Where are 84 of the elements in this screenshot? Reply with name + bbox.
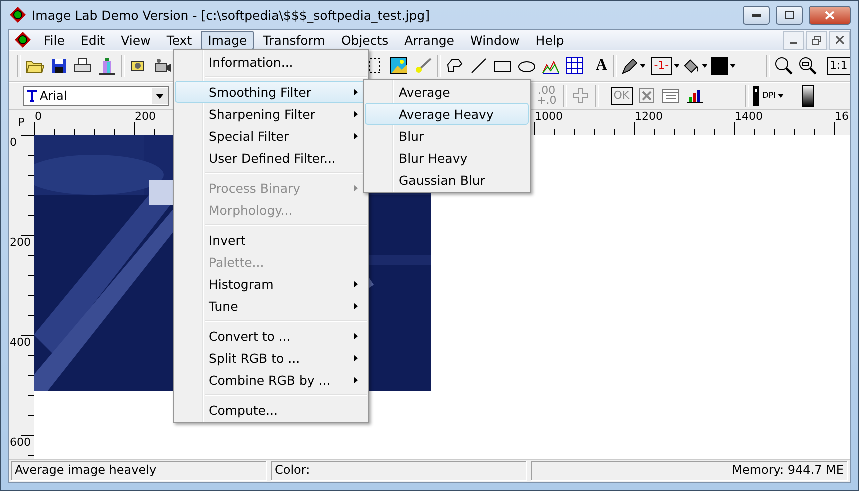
ruler-label: 1000 — [535, 111, 563, 123]
minimize-icon[interactable] — [752, 14, 761, 16]
ruler-icon[interactable] — [752, 86, 759, 106]
menu-option[interactable]: Blur Heavy — [365, 147, 529, 169]
menu-option[interactable]: Blur — [365, 125, 529, 147]
ruler-label: 1200 — [635, 111, 663, 123]
minimize-button[interactable] — [783, 30, 804, 50]
menu-option[interactable]: Histogram — [175, 273, 367, 295]
status-pane: Average image heavely — [11, 461, 267, 481]
ruler-label: 0 — [10, 137, 17, 149]
zoom-out-icon[interactable] — [798, 57, 817, 75]
printer-icon[interactable] — [74, 57, 92, 75]
menu-option[interactable]: Information... — [175, 51, 367, 73]
menu-option[interactable]: Average Heavy — [365, 103, 529, 125]
caret-icon[interactable] — [702, 64, 708, 68]
lasso-icon[interactable] — [446, 57, 464, 75]
menu-option[interactable]: Special Filter — [175, 125, 367, 147]
menu-option[interactable]: Sharpening Filter — [175, 103, 367, 125]
menu-option[interactable]: Gaussian Blur — [365, 169, 529, 191]
menu-item[interactable]: File — [37, 30, 72, 50]
ruler-label: 600 — [10, 437, 31, 449]
text-tool[interactable]: A — [596, 57, 608, 75]
selection-icon[interactable] — [368, 57, 382, 75]
menu-item[interactable]: Help — [528, 30, 572, 50]
restore-icon[interactable] — [812, 36, 821, 44]
menu-item[interactable]: Edit — [74, 30, 112, 50]
menu-item[interactable]: Window — [464, 30, 527, 50]
minimize-button[interactable] — [743, 6, 770, 24]
caret-icon[interactable] — [730, 64, 736, 68]
menu-option[interactable]: Tune — [175, 295, 367, 317]
line-width-tool[interactable]: -1- — [651, 57, 672, 75]
mesh-icon[interactable] — [566, 57, 584, 75]
menu-item[interactable]: Text — [160, 30, 200, 50]
ruler-label: 200 — [135, 111, 156, 123]
menu-item[interactable]: Arrange — [398, 30, 462, 50]
menu-option[interactable]: User Defined Filter... — [175, 147, 367, 169]
ruler-label: 1400 — [735, 111, 763, 123]
maximize-button[interactable] — [776, 6, 803, 24]
document-icon[interactable] — [15, 32, 31, 48]
menu-option[interactable]: Combine RGB by ... — [175, 369, 367, 391]
bar-chart-icon[interactable] — [686, 87, 704, 105]
caret-icon[interactable] — [674, 64, 679, 68]
ruler-label: 16 — [835, 111, 849, 123]
save-icon[interactable] — [50, 57, 68, 75]
menu-option[interactable]: Convert to ... — [175, 325, 367, 347]
close-button[interactable] — [829, 30, 850, 50]
line-icon[interactable] — [470, 57, 488, 75]
menu-option[interactable]: Invert — [175, 229, 367, 251]
status-pane: Color: — [271, 461, 527, 481]
ruler-label: 0 — [35, 111, 42, 123]
menu-option[interactable]: Average — [365, 81, 529, 103]
zoom-in-icon[interactable] — [774, 57, 793, 75]
scanner-icon[interactable] — [98, 57, 116, 75]
gradient-icon[interactable] — [802, 85, 814, 107]
app-icon — [10, 7, 26, 23]
close-button[interactable] — [809, 6, 851, 24]
cancel-icon[interactable] — [638, 87, 656, 105]
close-icon[interactable] — [836, 36, 844, 44]
font-icon — [26, 90, 38, 102]
dpi-tool[interactable]: DPI — [762, 91, 776, 101]
status-pane: Memory: 944.7 ME — [531, 461, 848, 481]
menu-item[interactable]: Objects — [334, 30, 396, 50]
actual-size-tool[interactable]: 1:1 — [827, 57, 850, 75]
ruler-label: 200 — [10, 237, 31, 249]
menu-item[interactable]: Image — [201, 30, 254, 50]
ruler-unit: P — [9, 110, 34, 135]
color-swatch[interactable] — [711, 57, 728, 75]
camcorder-icon[interactable] — [154, 57, 172, 75]
menu-option[interactable]: Compute... — [175, 399, 367, 421]
ruler-label: 400 — [10, 337, 31, 349]
font-field[interactable]: Arial — [23, 86, 169, 106]
menu-option[interactable]: Split RGB to ... — [175, 347, 367, 369]
wand-icon[interactable] — [414, 57, 432, 75]
maximize-icon[interactable] — [785, 11, 794, 19]
caret-icon[interactable] — [640, 64, 646, 68]
caret-icon[interactable] — [778, 94, 784, 98]
window-title: Image Lab Demo Version - [c:\softpedia\$$$_softpedia_test.jpg] — [32, 8, 431, 22]
paint-bucket-icon[interactable] — [682, 57, 700, 75]
pen-icon[interactable] — [620, 57, 638, 75]
restore-button[interactable] — [806, 30, 827, 50]
picture-icon[interactable] — [390, 57, 408, 75]
menu-item[interactable]: Transform — [256, 30, 332, 50]
menu-item[interactable]: View — [114, 30, 158, 50]
window-icon[interactable] — [662, 87, 680, 105]
